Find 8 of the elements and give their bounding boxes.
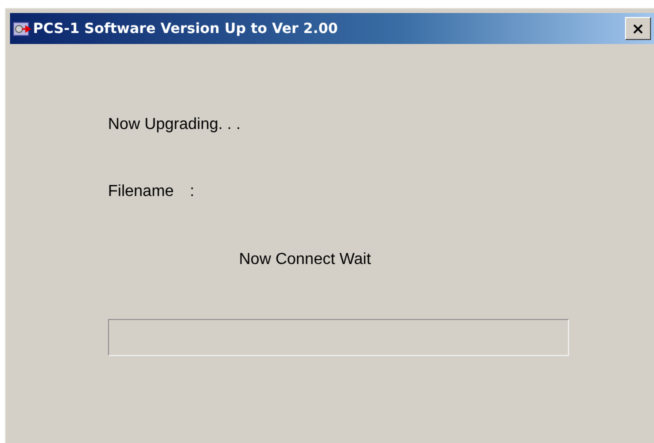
window-title: PCS-1 Software Version Up to Ver 2.00 bbox=[33, 20, 339, 36]
connection-message: Now Connect Wait bbox=[239, 251, 371, 268]
close-button[interactable] bbox=[625, 17, 651, 40]
filename-separator: : bbox=[190, 183, 194, 201]
status-text: Now Upgrading. . . bbox=[108, 116, 241, 134]
close-icon bbox=[633, 24, 643, 34]
app-icon bbox=[13, 20, 31, 36]
filename-label: Filename bbox=[108, 183, 174, 201]
